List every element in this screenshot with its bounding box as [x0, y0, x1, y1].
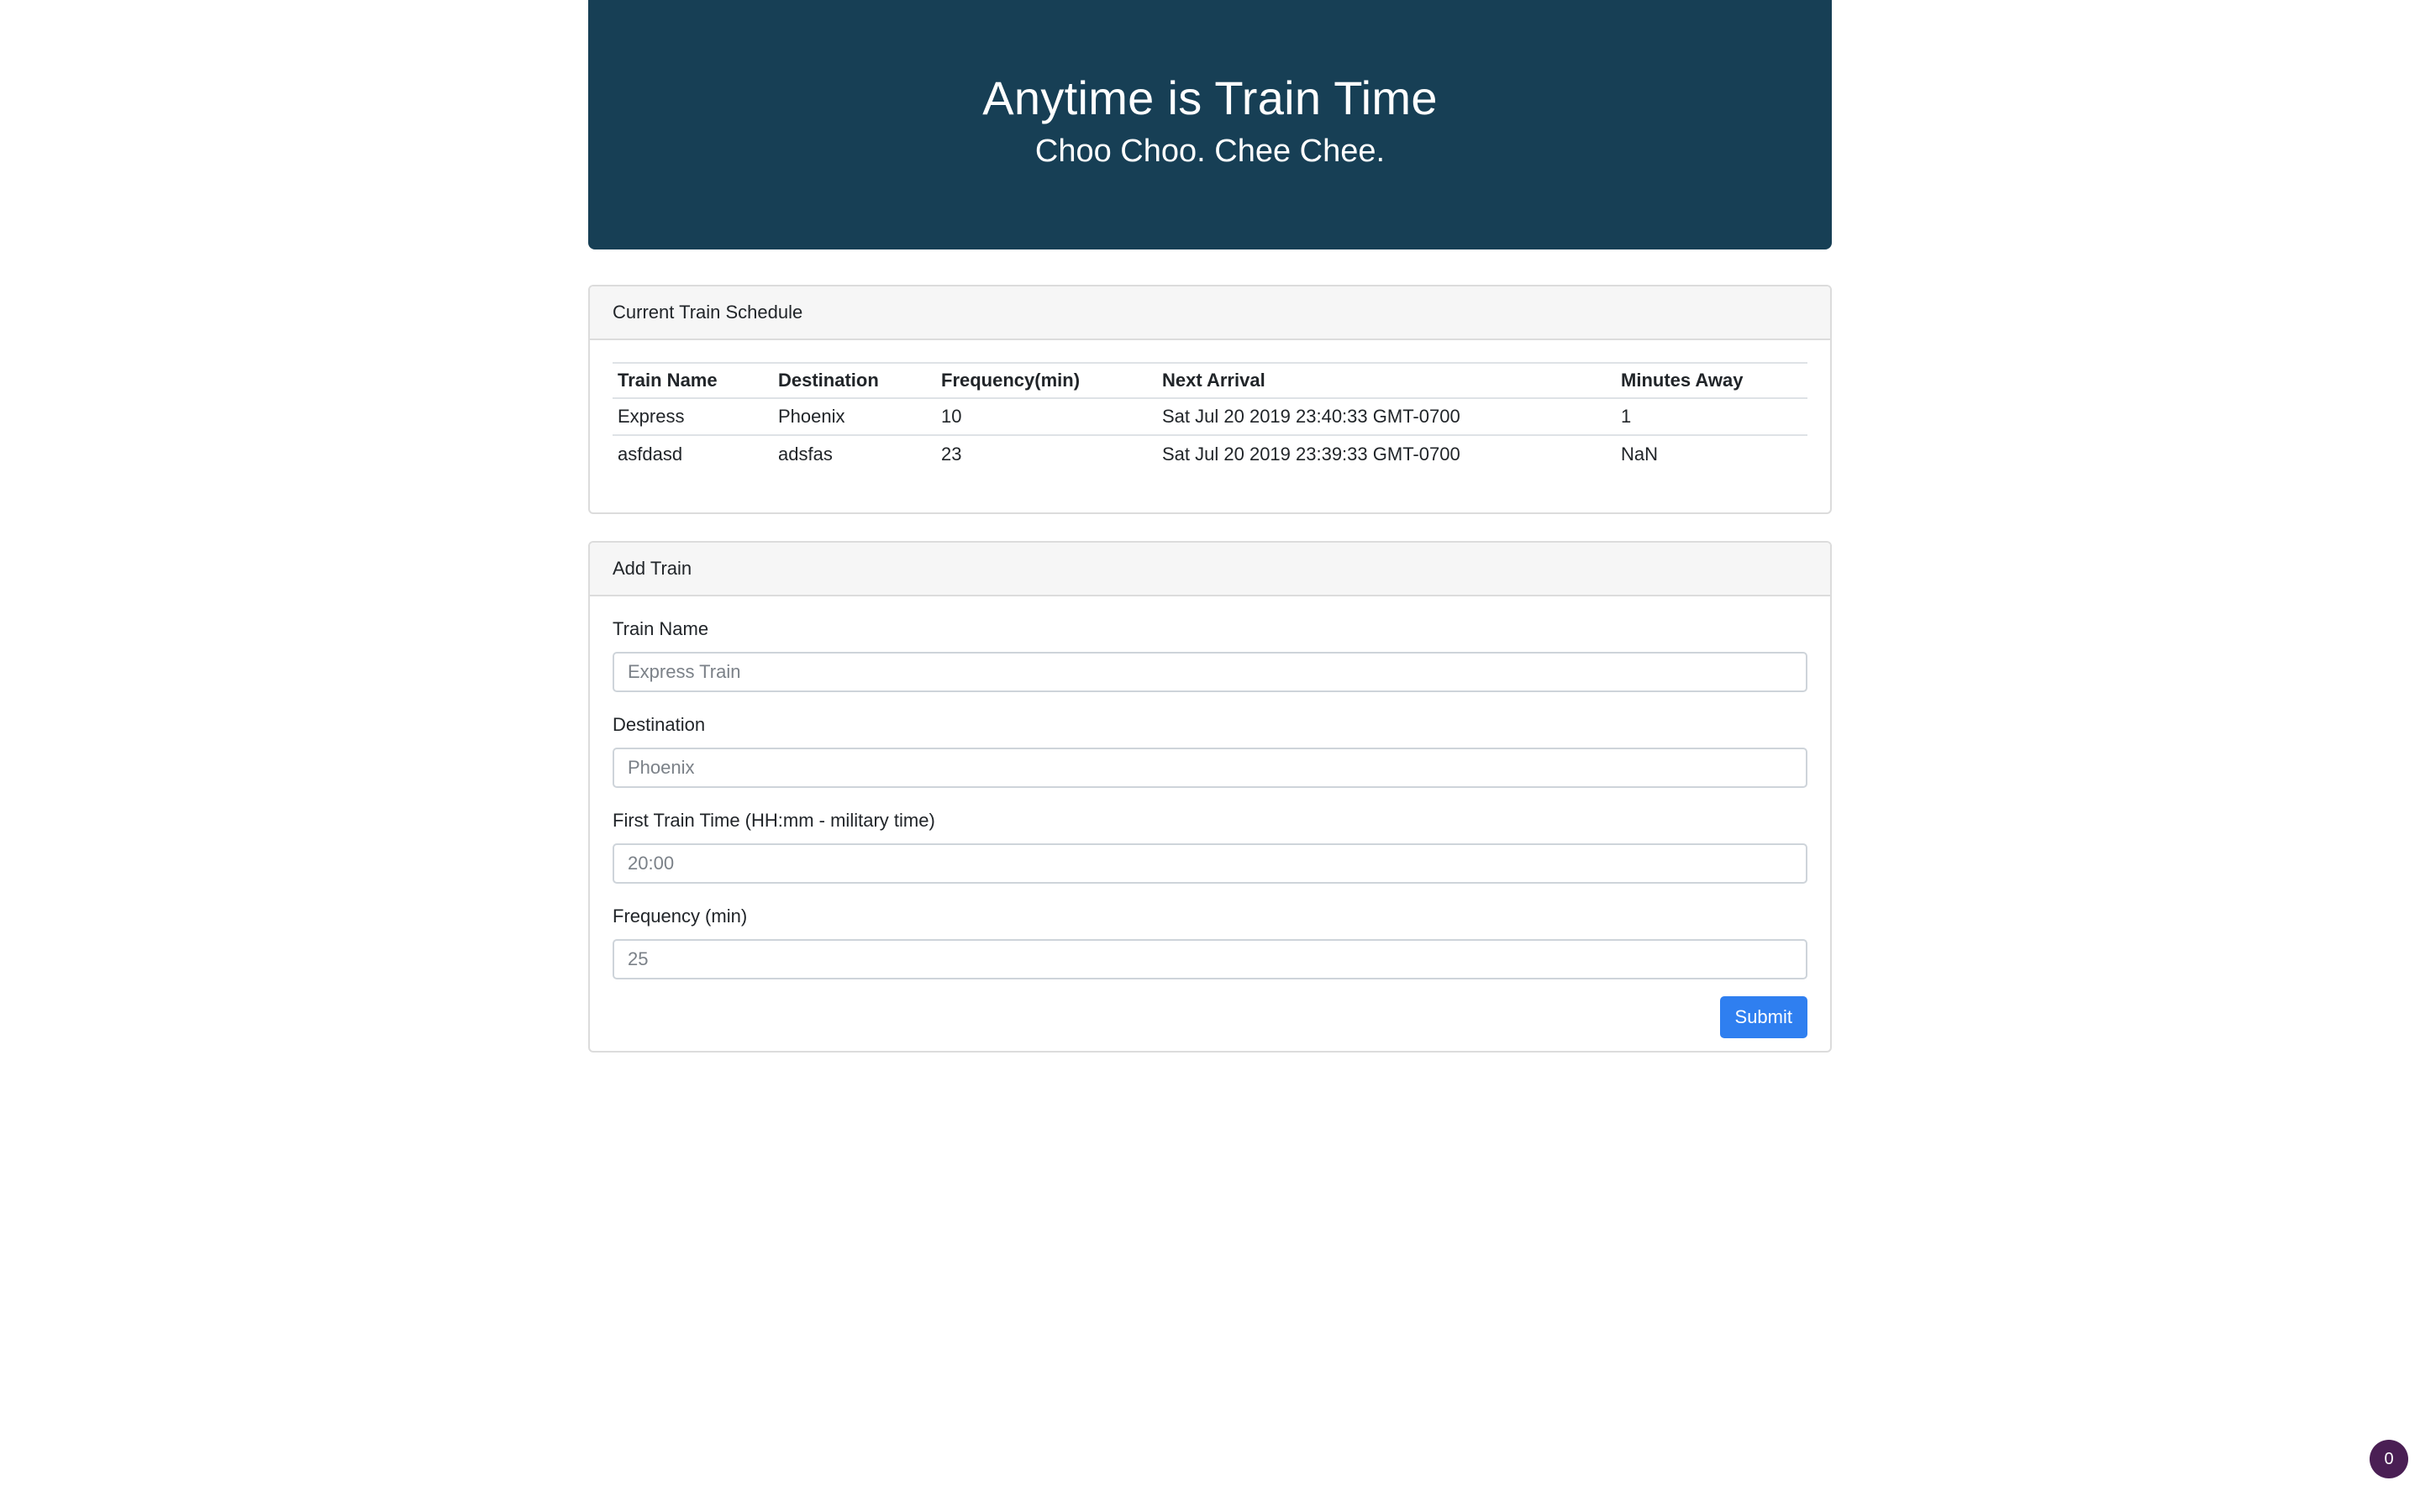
form-group-destination: Destination [613, 714, 1807, 788]
cell-destination: adsfas [773, 434, 936, 472]
schedule-card-body: Train Name Destination Frequency(min) Ne… [590, 340, 1830, 472]
cell-train-name: Express [618, 406, 685, 427]
cell-destination: Phoenix [778, 406, 845, 427]
cell-frequency: 10 [941, 406, 962, 427]
form-group-frequency: Frequency (min) [613, 906, 1807, 979]
page-title: Anytime is Train Time [982, 71, 1438, 124]
first-train-time-label: First Train Time (HH:mm - military time) [613, 810, 935, 831]
notification-count-badge[interactable]: 0 [2370, 1440, 2408, 1478]
table-row: asfdasd adsfas 23 Sat Jul 20 2019 23:39:… [613, 434, 1807, 472]
cell-next-arrival: Sat Jul 20 2019 23:40:33 GMT-0700 [1162, 406, 1460, 427]
submit-button[interactable]: Submit [1719, 996, 1807, 1038]
destination-input[interactable] [613, 748, 1807, 788]
column-header-destination: Destination [773, 362, 936, 399]
train-name-label: Train Name [613, 618, 709, 639]
add-train-card-header: Add Train [590, 543, 1830, 596]
cell-next-arrival: Sat Jul 20 2019 23:39:33 GMT-0700 [1157, 434, 1616, 472]
add-train-card: Add Train Train Name Destination First T… [588, 541, 1832, 1053]
frequency-label: Frequency (min) [613, 906, 748, 927]
submit-row: Submit [613, 996, 1807, 1038]
page-subtitle: Choo Choo. Chee Chee. [1034, 134, 1386, 169]
first-train-time-input[interactable] [613, 843, 1807, 884]
header-banner: Anytime is Train Time Choo Choo. Chee Ch… [588, 0, 1832, 249]
cell-minutes-away: NaN [1616, 434, 1807, 472]
column-header-train-name: Train Name [613, 362, 773, 399]
form-group-train-name: Train Name [613, 618, 1807, 692]
add-train-form: Train Name Destination First Train Time … [590, 596, 1830, 1038]
table-row: Express Phoenix 10 Sat Jul 20 2019 23:40… [613, 398, 1807, 435]
train-name-input[interactable] [613, 652, 1807, 692]
schedule-card-header: Current Train Schedule [590, 286, 1830, 340]
column-header-frequency: Frequency(min) [936, 362, 1157, 399]
table-header-row: Train Name Destination Frequency(min) Ne… [613, 362, 1807, 399]
destination-label: Destination [613, 714, 706, 735]
cell-frequency: 23 [936, 434, 1157, 472]
schedule-card: Current Train Schedule Train Name Destin… [588, 285, 1832, 514]
frequency-input[interactable] [613, 939, 1807, 979]
form-group-first-train-time: First Train Time (HH:mm - military time) [613, 810, 1807, 884]
schedule-table: Train Name Destination Frequency(min) Ne… [613, 362, 1807, 472]
column-header-minutes-away: Minutes Away [1616, 362, 1807, 399]
column-header-next-arrival: Next Arrival [1157, 362, 1616, 399]
cell-train-name: asfdasd [613, 434, 773, 472]
page-container: Anytime is Train Time Choo Choo. Chee Ch… [588, 0, 1832, 1053]
cell-minutes-away: 1 [1621, 406, 1632, 427]
